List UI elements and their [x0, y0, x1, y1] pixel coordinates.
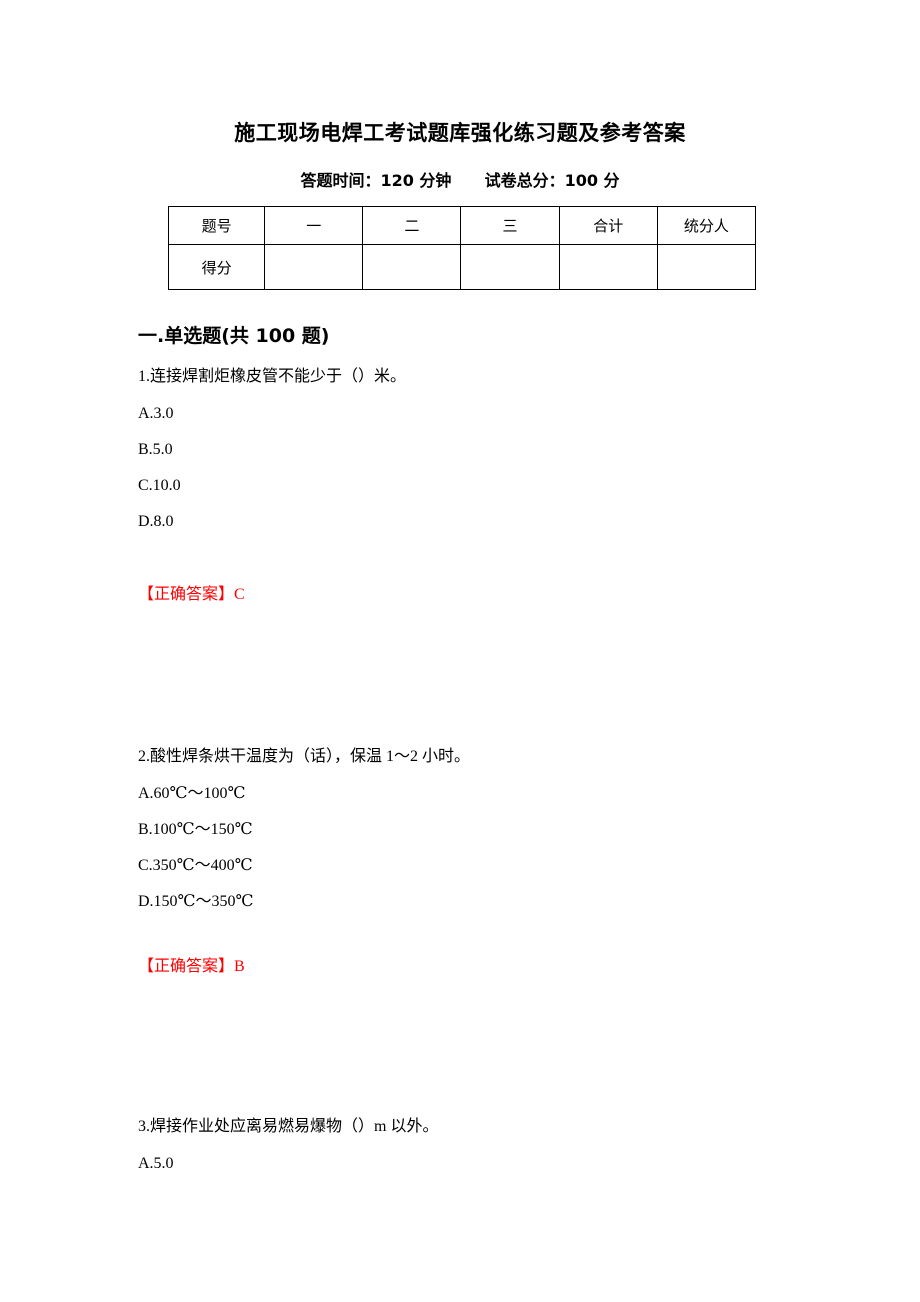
question-text: 3.焊接作业处应离易燃易爆物（）m 以外。	[138, 1118, 439, 1135]
exam-meta: 答题时间：120 分钟 试卷总分：100 分	[0, 169, 920, 193]
table-cell-total	[558, 244, 658, 290]
question-option: D.8.0	[138, 513, 174, 530]
question-option: A.60℃～100℃	[138, 785, 246, 802]
correct-answer: 【正确答案】B	[138, 950, 245, 984]
correct-answer-value: B	[234, 958, 245, 975]
question-block: 1.连接焊割炬橡皮管不能少于（）米。 A.3.0 B.5.0 C.10.0 D.…	[138, 358, 838, 540]
table-header-cell-4: 合计	[558, 206, 658, 245]
score-table: 题号 一 二 三 合计 统分人 得分	[167, 206, 757, 290]
question-option: A.3.0	[138, 405, 174, 422]
table-header-cell-0: 题号	[167, 206, 266, 245]
table-header-cell-1: 一	[264, 206, 364, 245]
question-text: 1.连接焊割炬橡皮管不能少于（）米。	[138, 368, 407, 385]
table-cell-score-1	[264, 244, 364, 290]
table-header-cell-5: 统分人	[656, 206, 757, 245]
question-option: C.10.0	[138, 477, 181, 494]
question-block: 2.酸性焊条烘干温度为（话），保温 1～2 小时。 A.60℃～100℃ B.1…	[138, 738, 838, 920]
question-option: D.150℃～350℃	[138, 893, 254, 910]
correct-answer: 【正确答案】C	[138, 578, 245, 612]
page-title: 施工现场电焊工考试题库强化练习题及参考答案	[234, 121, 686, 145]
table-cell-score-3	[460, 244, 560, 290]
correct-answer-value: C	[234, 586, 245, 603]
table-cell-scorer	[656, 244, 757, 290]
table-row-header: 题号 一 二 三 合计 统分人	[167, 206, 757, 245]
document-page: 施工现场电焊工考试题库强化练习题及参考答案 答题时间：120 分钟 试卷总分：1…	[0, 0, 920, 1302]
question-option: C.350℃～400℃	[138, 857, 253, 874]
exam-total-score-label: 试卷总分：100 分	[484, 171, 620, 190]
table-header-cell-2: 二	[362, 206, 462, 245]
section-heading: 一.单选题(共 100 题)	[138, 325, 330, 347]
question-option: B.100℃～150℃	[138, 821, 253, 838]
question-option: A.5.0	[138, 1155, 174, 1172]
correct-answer-label: 【正确答案】	[138, 586, 235, 603]
table-row: 得分	[167, 244, 757, 290]
table-header-cell-3: 三	[460, 206, 560, 245]
correct-answer-label: 【正确答案】	[138, 958, 235, 975]
question-block: 3.焊接作业处应离易燃易爆物（）m 以外。 A.5.0	[138, 1108, 838, 1182]
table-cell-score-2	[362, 244, 462, 290]
exam-time-label: 答题时间：120 分钟	[300, 171, 452, 190]
table-row-label: 得分	[167, 244, 266, 290]
question-text: 2.酸性焊条烘干温度为（话），保温 1～2 小时。	[138, 748, 471, 765]
question-option: B.5.0	[138, 441, 173, 458]
